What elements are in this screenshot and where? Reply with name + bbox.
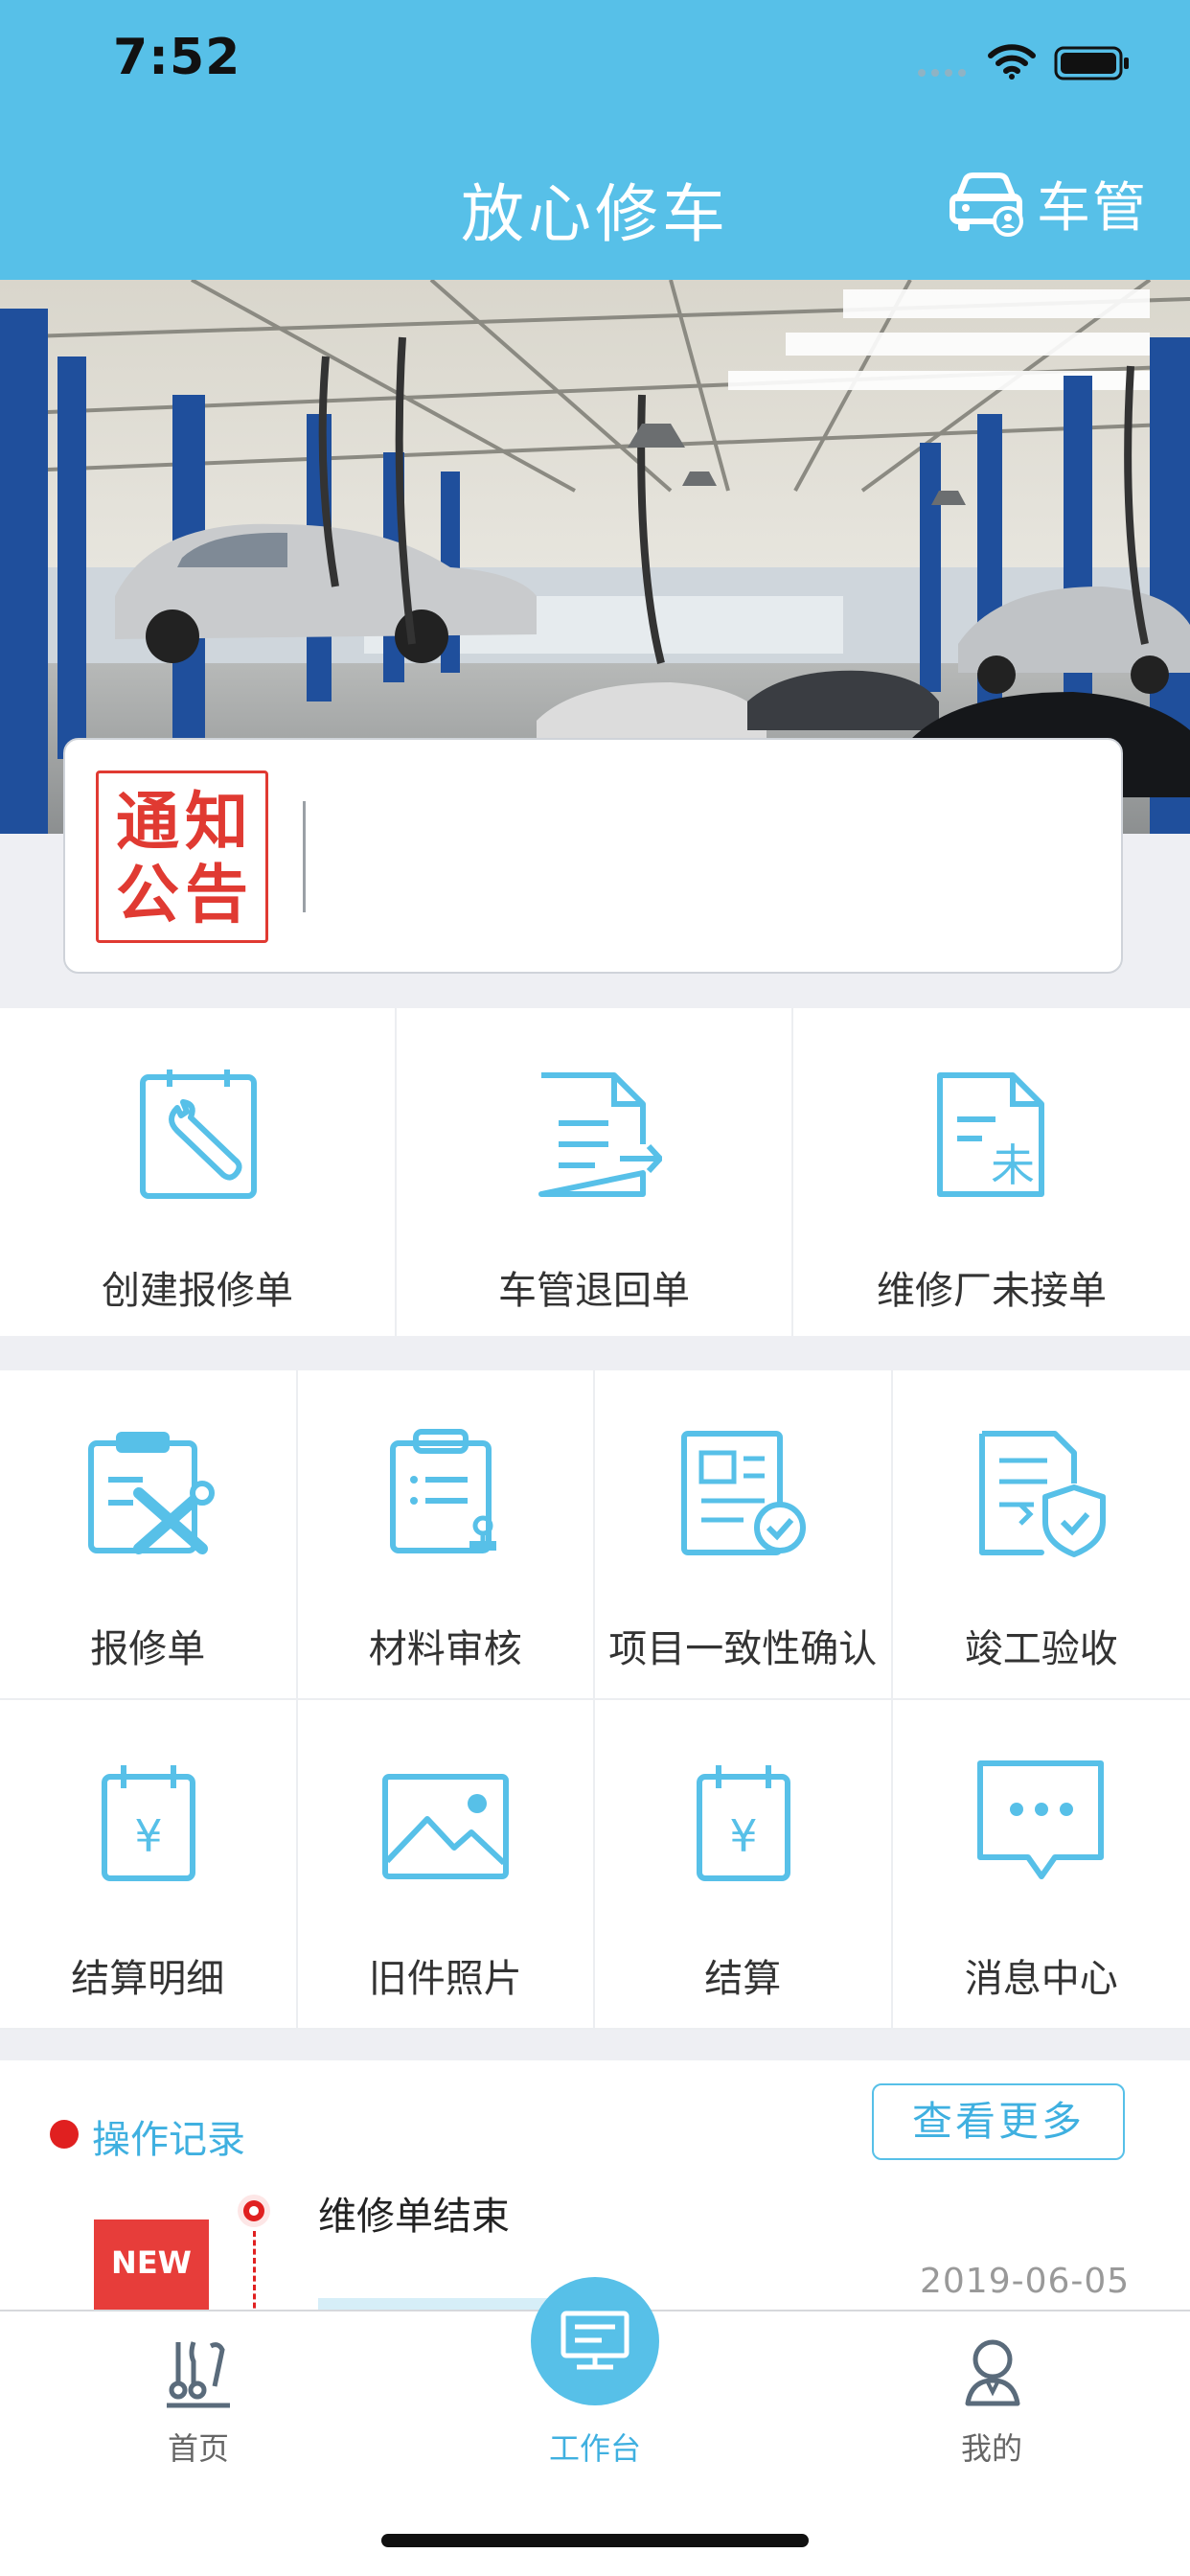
timeline-pin-icon (238, 2195, 270, 2227)
workstation-icon (561, 2311, 629, 2370)
notice-stamp-icon: 通 知 公 告 (96, 770, 268, 943)
primary-actions-grid: 创建报修单 车管退回单 未 维修厂未接单 (0, 1008, 1190, 1336)
record-item-date: 2019-06-05 (920, 2262, 1131, 2301)
home-indicator (381, 2534, 809, 2547)
battery-icon (1054, 46, 1129, 80)
repair-order-button[interactable]: 报修单 (0, 1370, 298, 1700)
old-parts-photo-label: 旧件照片 (368, 1957, 522, 2001)
wifi-icon (988, 44, 1036, 80)
home-tools-icon (167, 2341, 230, 2408)
view-more-button[interactable]: 查看更多 (872, 2083, 1125, 2160)
completion-acceptance-button[interactable]: 竣工验收 (892, 1370, 1190, 1700)
message-center-label: 消息中心 (964, 1957, 1118, 2001)
stamp-char: 通 (116, 784, 179, 859)
settlement-label: 结算 (704, 1957, 782, 2001)
settlement-detail-button[interactable]: ¥ 结算明细 (0, 1700, 298, 2030)
item-consistency-label: 项目一致性确认 (608, 1627, 878, 1671)
tab-workbench[interactable]: 工作台 (397, 2277, 793, 2503)
chat-bubble-icon (976, 1760, 1104, 1879)
car-user-icon (950, 172, 1023, 237)
document-check-icon (681, 1431, 806, 1555)
clipboard-stamp-icon (389, 1429, 496, 1553)
notice-card[interactable]: 通 知 公 告 (63, 738, 1123, 974)
wrench-document-icon (140, 1070, 257, 1199)
document-return-icon (538, 1072, 662, 1197)
old-parts-photo-button[interactable]: 旧件照片 (297, 1700, 595, 2030)
clipboard-tools-icon (88, 1432, 215, 1554)
svg-text:未: 未 (991, 1139, 1035, 1191)
completion-acceptance-label: 竣工验收 (964, 1627, 1118, 1671)
user-icon (965, 2339, 1020, 2406)
create-repair-order-button[interactable]: 创建报修单 (0, 1008, 397, 1336)
stamp-char: 公 (116, 857, 179, 932)
yen-calendar-icon: ¥ (697, 1765, 790, 1881)
new-badge-icon: NEW (94, 2220, 209, 2315)
repair-order-label: 报修单 (90, 1627, 206, 1671)
stamp-char: 告 (185, 857, 248, 932)
record-item-title[interactable]: 维修单结束 (318, 2185, 510, 2241)
document-pending-icon: 未 (937, 1072, 1044, 1197)
record-item-highlight (318, 2298, 548, 2310)
settlement-detail-label: 结算明细 (71, 1957, 225, 2001)
tab-home-label: 首页 (167, 2430, 229, 2467)
message-center-button[interactable]: 消息中心 (892, 1700, 1190, 2030)
secondary-actions-grid: 报修单 材料审核 项目一致性确认 竣工验收 ¥ 结算明细 旧件照片 ¥ 结算 消… (0, 1370, 1190, 2030)
material-review-button[interactable]: 材料审核 (297, 1370, 595, 1700)
yen-calendar-icon: ¥ (102, 1765, 195, 1881)
svg-text:¥: ¥ (729, 1810, 757, 1862)
tab-home[interactable]: 首页 (0, 2312, 397, 2503)
tab-mine[interactable]: 我的 (793, 2312, 1190, 2503)
create-repair-order-label: 创建报修单 (102, 1269, 293, 1313)
tab-workbench-label: 工作台 (548, 2430, 641, 2467)
manager-returned-order-button[interactable]: 车管退回单 (397, 1008, 793, 1336)
factory-unaccepted-order-label: 维修厂未接单 (877, 1269, 1107, 1313)
car-manager-label: 车管 (1037, 176, 1148, 240)
image-icon (381, 1774, 509, 1879)
item-consistency-button[interactable]: 项目一致性确认 (595, 1370, 893, 1700)
workbench-circle (531, 2277, 659, 2405)
new-badge-label: NEW (111, 2244, 192, 2281)
notice-divider (303, 801, 306, 912)
status-time: 7:52 (113, 29, 241, 86)
tab-mine-label: 我的 (960, 2430, 1022, 2467)
signal-icon (918, 69, 966, 77)
car-manager-button[interactable]: 车管 (949, 165, 1148, 242)
operation-records-section: 操作记录 查看更多 NEW 维修单结束 2019-06-05 (0, 2060, 1190, 2317)
material-review-label: 材料审核 (368, 1627, 522, 1671)
timeline-line (253, 2231, 256, 2317)
records-dot-icon (50, 2120, 79, 2149)
svg-text:¥: ¥ (134, 1810, 162, 1862)
settlement-button[interactable]: ¥ 结算 (595, 1700, 893, 2030)
records-title: 操作记录 (92, 2118, 245, 2162)
document-shield-icon (978, 1431, 1106, 1557)
factory-unaccepted-order-button[interactable]: 未 维修厂未接单 (793, 1008, 1190, 1336)
stamp-char: 知 (185, 784, 248, 859)
manager-returned-order-label: 车管退回单 (498, 1269, 690, 1313)
